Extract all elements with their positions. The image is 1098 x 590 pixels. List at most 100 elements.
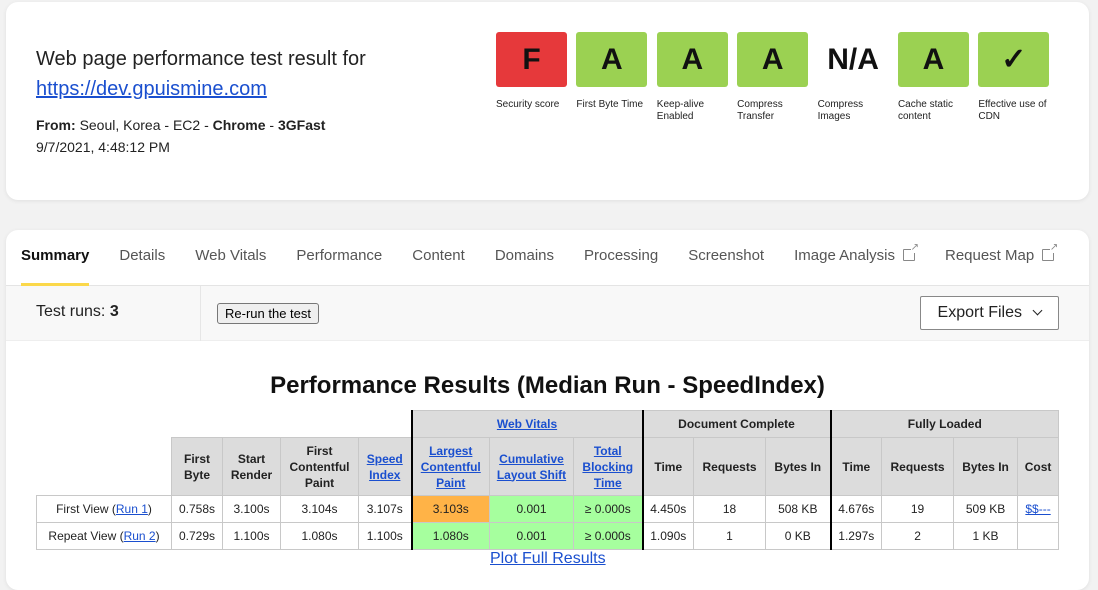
- grade-box: A: [737, 32, 809, 87]
- test-summary-card: Web page performance test result for http…: [6, 2, 1089, 200]
- cell: 0.001: [489, 522, 574, 550]
- cell: 0 KB: [765, 522, 832, 550]
- test-runs: Test runs: 3: [36, 303, 119, 320]
- grade-label: Compress Images: [817, 99, 864, 122]
- toolbar: Test runs: 3 Re-run the test Export File…: [6, 286, 1089, 341]
- row-label: Repeat View (Run 2): [36, 522, 172, 550]
- web-vitals-link[interactable]: Web Vitals: [497, 417, 557, 431]
- plot-full-results-link[interactable]: Plot Full Results: [490, 550, 606, 568]
- document-complete-group: Document Complete: [641, 410, 832, 438]
- cell: 3.100s: [222, 495, 281, 523]
- column-header[interactable]: Cumulative Layout Shift: [489, 437, 574, 496]
- rerun-test-button[interactable]: Re-run the test: [217, 303, 319, 324]
- cell: 1.100s: [222, 522, 281, 550]
- tab-screenshot[interactable]: Screenshot: [688, 230, 764, 286]
- cell: ≥ 0.000s: [572, 495, 644, 523]
- grade-box: A: [656, 32, 728, 87]
- cell: ≥ 0.000s: [572, 522, 644, 550]
- column-header: Time: [641, 437, 695, 496]
- tab-content[interactable]: Content: [412, 230, 465, 286]
- column-header: Requests: [881, 437, 955, 496]
- cell: 3.107s: [358, 495, 412, 523]
- grade-box: A: [897, 32, 969, 87]
- run-link[interactable]: Run 2: [124, 529, 156, 543]
- tab-bar: Summary Details Web Vitals Performance Conte…: [6, 230, 1089, 286]
- cell: 1.297s: [829, 522, 883, 550]
- fully-loaded-group: Fully Loaded: [829, 410, 1060, 438]
- run-link[interactable]: Run 1: [116, 502, 148, 516]
- external-link-icon: [902, 243, 919, 261]
- grade-first-byte-time[interactable]: A First Byte Time: [576, 32, 656, 123]
- grade-security-score[interactable]: F Security score: [496, 32, 576, 123]
- column-header: First Contentful Paint: [280, 437, 359, 496]
- tested-url-link[interactable]: https://dev.gpuismine.com: [36, 78, 267, 100]
- cell: 0.729s: [171, 522, 223, 550]
- tab-image-analysis[interactable]: Image Analysis: [794, 230, 919, 286]
- results-table: Web Vitals Document Complete Fully Loade…: [36, 410, 1060, 550]
- cell: 1.100s: [358, 522, 412, 550]
- grade-cache-static-content[interactable]: A Cache static content: [897, 32, 978, 123]
- test-location: From: Seoul, Korea - EC2 - Chrome - 3GFa…: [36, 117, 326, 155]
- results-card: Summary Details Web Vitals Performance Conte…: [6, 230, 1089, 590]
- tab-summary[interactable]: Summary: [21, 230, 90, 286]
- cell: $$---: [1017, 495, 1060, 523]
- cell: [1017, 522, 1060, 550]
- table-row: Repeat View (Run 2) 0.729s 1.100s 1.080s 1.1…: [36, 522, 1060, 550]
- grade-label: Keep-alive Enabled: [656, 99, 705, 122]
- cell: 3.104s: [280, 495, 359, 523]
- cell: 19: [881, 495, 955, 523]
- grade-label: Cache static content: [897, 99, 953, 122]
- cell: 3.103s: [410, 495, 490, 523]
- tab-details[interactable]: Details: [119, 230, 165, 286]
- grade-box: N/A: [817, 32, 889, 87]
- cell: 509 KB: [953, 495, 1019, 523]
- cell: 18: [693, 495, 767, 523]
- grade-compress-transfer[interactable]: A Compress Transfer: [737, 32, 817, 123]
- cell: 508 KB: [765, 495, 832, 523]
- table-row: First View (Run 1) 0.758s 3.100s 3.104s 3.10…: [36, 495, 1060, 523]
- divider: [200, 286, 201, 341]
- cell: 1.090s: [641, 522, 695, 550]
- tab-request-map[interactable]: Request Map: [945, 230, 1059, 286]
- row-label: First View (Run 1): [36, 495, 172, 523]
- grade-box: ✓: [978, 32, 1050, 87]
- grade-box: F: [496, 32, 567, 87]
- external-link-icon: [1042, 243, 1059, 261]
- column-header: Bytes In: [953, 437, 1019, 496]
- column-header[interactable]: Largest Contentful Paint: [410, 437, 490, 496]
- page-title: Web page performance test result for http…: [36, 48, 366, 100]
- cell: 4.450s: [641, 495, 695, 523]
- cell: 4.676s: [829, 495, 883, 523]
- grade-keep-alive-enabled[interactable]: A Keep-alive Enabled: [656, 32, 737, 123]
- test-date: 9/7/2021, 4:48:12 PM: [36, 139, 170, 155]
- column-header: Start Render: [222, 437, 281, 496]
- tab-performance[interactable]: Performance: [296, 230, 382, 286]
- column-header: Time: [829, 437, 883, 496]
- cell: 0.758s: [171, 495, 223, 523]
- column-header[interactable]: Speed Index: [358, 437, 412, 496]
- cell: 1.080s: [410, 522, 490, 550]
- cell: 1 KB: [953, 522, 1019, 550]
- tab-web-vitals[interactable]: Web Vitals: [195, 230, 266, 286]
- cost-link[interactable]: $$---: [1025, 502, 1050, 516]
- grades: F Security score A First Byte Time A Keep-ali…: [496, 32, 1059, 123]
- export-files-button[interactable]: Export Files: [920, 296, 1059, 330]
- cell: 2: [881, 522, 955, 550]
- column-header[interactable]: Total Blocking Time: [572, 437, 644, 496]
- chevron-down-icon: [1033, 305, 1043, 316]
- tab-processing[interactable]: Processing: [584, 230, 658, 286]
- grade-compress-images[interactable]: N/A Compress Images: [817, 32, 898, 123]
- web-vitals-group: Web Vitals: [410, 410, 644, 438]
- grade-label: Compress Transfer: [737, 99, 783, 122]
- cell: 0.001: [489, 495, 574, 523]
- tab-domains[interactable]: Domains: [495, 230, 554, 286]
- column-header: Cost: [1017, 437, 1060, 496]
- grade-effective-use-of-cdn[interactable]: ✓ Effective use of CDN: [978, 32, 1058, 123]
- grade-label: First Byte Time: [576, 99, 644, 110]
- results-title: Performance Results (Median Run - SpeedI…: [270, 372, 825, 399]
- column-header: Bytes In: [765, 437, 832, 496]
- cell: 1.080s: [280, 522, 359, 550]
- column-header: First Byte: [171, 437, 223, 496]
- grade-label: Effective use of CDN: [978, 99, 1047, 122]
- column-header: Requests: [693, 437, 767, 496]
